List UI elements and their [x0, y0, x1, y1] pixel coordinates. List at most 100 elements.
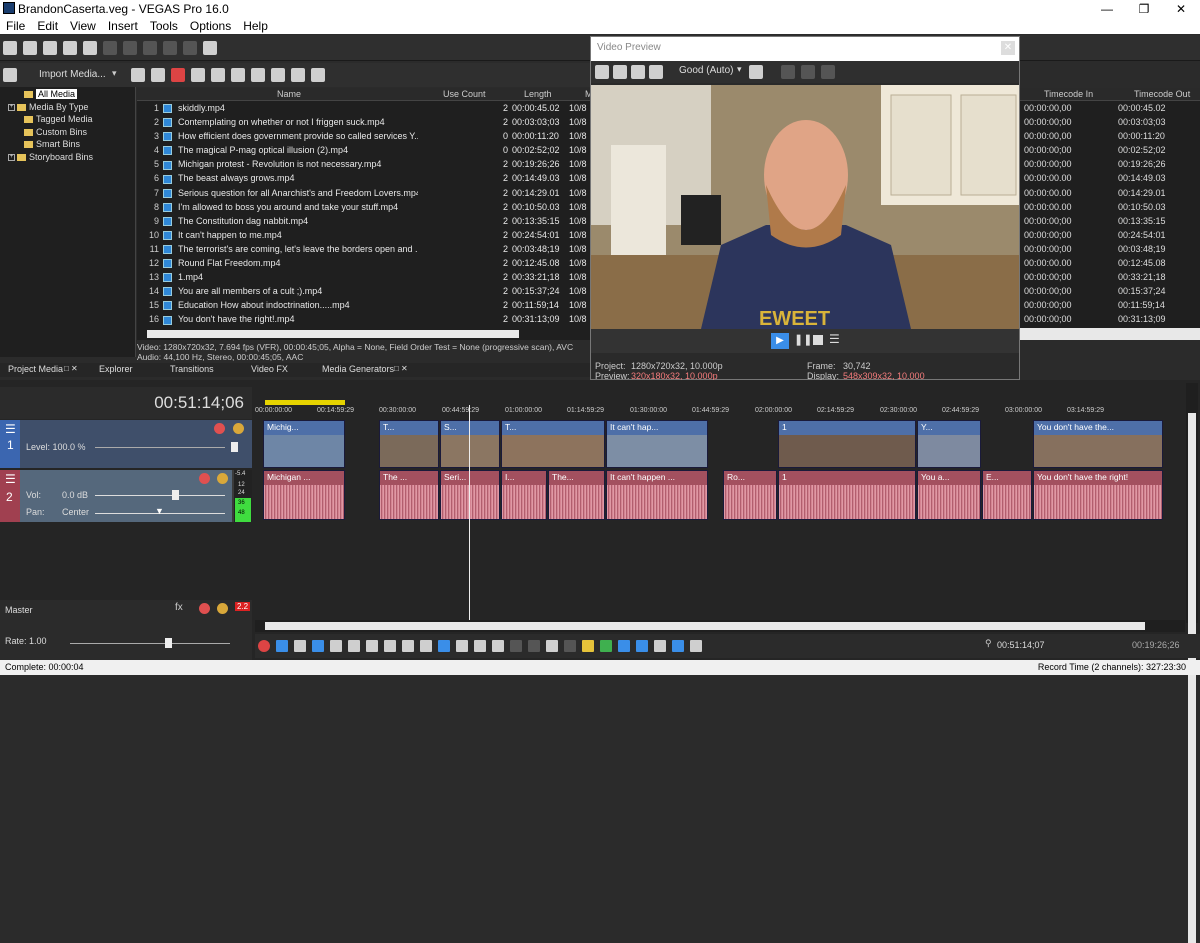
normal-edit-tool-icon[interactable]: [438, 640, 450, 652]
tab-video-fx[interactable]: Video FX: [251, 364, 288, 374]
play-button[interactable]: ▶: [771, 333, 789, 349]
stop-button[interactable]: [813, 335, 823, 345]
marker-icon[interactable]: [582, 640, 594, 652]
media-list-item[interactable]: 16 You don't have the right!.mp4 2 00:31:13…: [137, 312, 590, 326]
media-list-item[interactable]: 8 I'm allowed to boss you around and take…: [137, 200, 590, 214]
menu-tools[interactable]: Tools: [144, 18, 184, 33]
close-button[interactable]: ✕: [1164, 0, 1198, 18]
link-icon[interactable]: [821, 65, 835, 79]
prev-frame-icon[interactable]: [402, 640, 414, 652]
rate-slider-track[interactable]: [70, 643, 230, 644]
pan-slider-handle[interactable]: ▼: [155, 506, 164, 516]
video-track-header[interactable]: ☰ 1 Level: 100.0 %: [0, 420, 252, 468]
paste-icon[interactable]: [143, 41, 157, 55]
lock-icon[interactable]: [564, 640, 576, 652]
ignore-grouping-icon[interactable]: [690, 640, 702, 652]
expand-icon[interactable]: +: [8, 103, 15, 111]
save-snapshot-icon[interactable]: [801, 65, 815, 79]
col-name[interactable]: Name: [277, 89, 301, 99]
tc-row[interactable]: 00:00:00,00 00:00:11:20: [1020, 129, 1200, 143]
redo-icon[interactable]: [183, 41, 197, 55]
col-timecode-out[interactable]: Timecode Out: [1134, 89, 1190, 99]
tc-row[interactable]: 00:00:00;00 00:02:52;02: [1020, 143, 1200, 157]
stop-icon[interactable]: [348, 640, 360, 652]
playhead-cursor[interactable]: [469, 405, 470, 630]
tc-row[interactable]: 00:00:00;00 00:33:21;18: [1020, 270, 1200, 284]
menu-edit[interactable]: Edit: [31, 18, 64, 33]
tc-row[interactable]: 00:00:00;00 00:03:48;19: [1020, 242, 1200, 256]
auto-crossfade-icon[interactable]: [636, 640, 648, 652]
new-icon[interactable]: [3, 41, 17, 55]
col-use-count[interactable]: Use Count: [443, 89, 486, 99]
timeline-vscrollbar[interactable]: [1186, 383, 1198, 943]
video-clip[interactable]: T...: [501, 420, 605, 468]
project-properties-icon[interactable]: [613, 65, 627, 79]
audio-track-header[interactable]: ☰ 2 Vol: 0.0 dB Pan: Center ▼ -5.4 12 24…: [0, 470, 252, 522]
audio-clip[interactable]: Ro...: [723, 470, 777, 520]
save-icon[interactable]: [43, 41, 57, 55]
next-frame-icon[interactable]: [420, 640, 432, 652]
media-list-item[interactable]: 6 The beast always grows.mp4 2 00:14:49.03 1…: [137, 171, 590, 185]
track-menu-icon[interactable]: ☰: [5, 472, 16, 486]
timeline-hscrollbar[interactable]: [255, 620, 1185, 632]
properties-icon[interactable]: [191, 68, 205, 82]
volume-slider-handle[interactable]: [172, 490, 179, 500]
tab-media-generators[interactable]: Media Generators: [322, 364, 394, 374]
media-list-item[interactable]: 5 Michigan protest - Revolution is not ne…: [137, 157, 590, 171]
tc-row[interactable]: 00:00:00;00 00:15:37;24: [1020, 284, 1200, 298]
menu-icon[interactable]: ☰: [829, 332, 840, 346]
cut-icon[interactable]: [103, 41, 117, 55]
menu-insert[interactable]: Insert: [102, 18, 144, 33]
preview-close-icon[interactable]: ✕: [1001, 41, 1015, 55]
split-screen-icon[interactable]: [649, 65, 663, 79]
col-timecode-in[interactable]: Timecode In: [1044, 89, 1093, 99]
tree-item-storyboard-bins[interactable]: + Storyboard Bins: [0, 152, 135, 165]
open-icon[interactable]: [23, 41, 37, 55]
audio-clip[interactable]: I...: [501, 470, 547, 520]
split-icon[interactable]: [546, 640, 558, 652]
level-slider-track[interactable]: [95, 447, 225, 448]
video-clip[interactable]: You don't have the...: [1033, 420, 1163, 468]
tc-row[interactable]: 00:00:00;00 00:19:26;26: [1020, 157, 1200, 171]
media-list-item[interactable]: 2 Contemplating on whether or not I frigg…: [137, 115, 590, 129]
maximize-button[interactable]: ❐: [1127, 0, 1161, 18]
track-menu-icon[interactable]: ☰: [5, 422, 16, 436]
solo-icon[interactable]: [217, 473, 228, 484]
tc-row[interactable]: 00:00:00;00 00:31:13;09: [1020, 312, 1200, 326]
tc-row[interactable]: 00:00:00.00 00:14:49.03: [1020, 171, 1200, 185]
play-from-start-icon[interactable]: [294, 640, 306, 652]
audio-clip[interactable]: The...: [548, 470, 605, 520]
go-to-end-icon[interactable]: [384, 640, 396, 652]
menu-file[interactable]: File: [0, 18, 31, 33]
menu-options[interactable]: Options: [184, 18, 237, 33]
tc-row[interactable]: 00:00:00.00 00:14:29.01: [1020, 186, 1200, 200]
import-media-button[interactable]: Import Media...: [39, 69, 106, 80]
col-length[interactable]: Length: [524, 89, 552, 99]
video-clip[interactable]: Michig...: [263, 420, 345, 468]
views-icon[interactable]: [291, 68, 305, 82]
tab-explorer[interactable]: Explorer: [99, 364, 133, 374]
media-list-item[interactable]: 4 The magical P-mag optical illusion (2).…: [137, 143, 590, 157]
fx-icon[interactable]: fx: [175, 602, 183, 613]
pause-button[interactable]: ❚❚: [794, 333, 812, 346]
pause-icon[interactable]: [330, 640, 342, 652]
save-as-icon[interactable]: [63, 41, 77, 55]
remove-media-icon[interactable]: [151, 68, 165, 82]
loop-icon[interactable]: [276, 640, 288, 652]
overlays-icon[interactable]: [749, 65, 763, 79]
expand-icon[interactable]: +: [8, 153, 15, 161]
media-list-item[interactable]: 10 It can't happen to me.mp4 2 00:24:54:01 1…: [137, 228, 590, 242]
media-list-item[interactable]: 3 How efficient does government provide s…: [137, 129, 590, 143]
media-list-item[interactable]: 12 Round Flat Freedom.mp4 2 00:12:45.08 10/8: [137, 256, 590, 270]
audio-clip[interactable]: You don't have the right!: [1033, 470, 1163, 520]
rate-slider-handle[interactable]: [165, 638, 172, 648]
envelope-tool-icon[interactable]: [456, 640, 468, 652]
tc-scrollbar[interactable]: [1020, 328, 1200, 340]
fx-icon[interactable]: [211, 68, 225, 82]
stop-icon[interactable]: [251, 68, 265, 82]
gear-icon[interactable]: [83, 41, 97, 55]
tc-row[interactable]: 00:00:00,00 00:00:45.02: [1020, 101, 1200, 115]
video-clip[interactable]: Y...: [917, 420, 981, 468]
play-icon[interactable]: [231, 68, 245, 82]
play-icon[interactable]: [312, 640, 324, 652]
